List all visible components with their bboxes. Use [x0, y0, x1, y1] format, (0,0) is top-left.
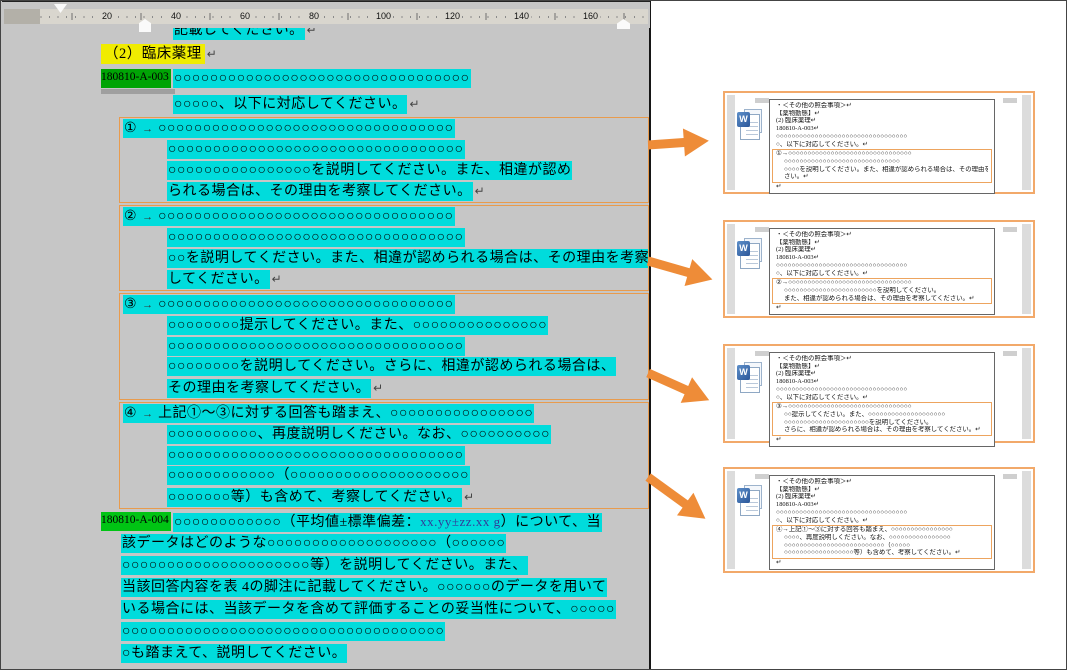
word-doc-icon: W	[738, 362, 764, 394]
paragraph-mark: ↵	[207, 47, 217, 61]
word-doc-icon: W	[738, 238, 764, 270]
paragraph-mark: ↵	[464, 490, 474, 504]
mini-ruler-right	[1003, 351, 1017, 356]
paragraph-mark: ↵	[475, 184, 485, 198]
ruler-number: 20	[100, 11, 114, 21]
a004-line7: ○も踏まえて、説明してください。	[121, 644, 347, 663]
a004-line4: 当該回答内容を表 4の脚注に記載してください。○○○○○○のデータを用いて	[121, 578, 607, 597]
item-id-badge-a003: 180810-A-003	[101, 69, 171, 88]
card-right-gutter	[1022, 348, 1031, 439]
word-doc-icon: W	[738, 109, 764, 141]
mini-page: ・＜その他の照会事項＞↵ 【薬物動態】↵ (2) 臨床薬理↵ 180810-A-…	[769, 475, 995, 570]
mini-ruler-left	[755, 98, 769, 103]
card-right-gutter	[1022, 95, 1031, 190]
section-heading-line: （2）臨床薬理↵	[101, 45, 217, 64]
word-doc-icon: W	[738, 485, 764, 517]
tab-mark: →	[137, 123, 158, 135]
preview-card-4: W ・＜その他の照会事項＞↵ 【薬物動態】↵ (2) 臨床薬理↵ 180810-…	[723, 467, 1035, 573]
mini-ruler-left	[755, 351, 769, 356]
card-left-gutter	[727, 224, 735, 314]
a004-line5: いる場合には、当該データを含めて評価することの妥当性について、○○○○○	[121, 600, 616, 619]
preview-card-2: W ・＜その他の照会事項＞↵ 【薬物動態】↵ (2) 臨床薬理↵ 180810-…	[723, 220, 1035, 318]
ruler-number: 80	[307, 11, 321, 21]
ruler-number: 100	[374, 11, 393, 21]
mini-inquiry-box: ①→○○○○○○○○○○○○○○○○○○○○○○○○○○○○○○○○ ○○○○○…	[772, 149, 992, 183]
a003-line1: ○○○○○○○○○○○○○○○○○○○○○○○○○○○○○○○○○	[173, 69, 471, 88]
mini-inquiry-box: ②→○○○○○○○○○○○○○○○○○○○○○○○○○○○○○○○○ ○○○○○…	[772, 278, 992, 304]
horizontal-ruler[interactable]: 20 40 60 80 100 120 140 160	[2, 1, 650, 28]
ruler-number: 40	[169, 11, 183, 21]
ruler-number: 60	[238, 11, 252, 21]
inquiry-box-4: ④→上記①～③に対する回答も踏まえ、○○○○○○○○○○○○○○○○ ○○○○○…	[119, 402, 649, 509]
mini-ruler-left	[755, 474, 769, 479]
ruler-number: 120	[443, 11, 462, 21]
section-heading: （2）臨床薬理	[101, 44, 205, 64]
word-document-pane[interactable]: 記載してください。↵ （2）臨床薬理↵ 180810-A-003 ○○○○○○○…	[1, 1, 651, 670]
badge-shadow	[101, 89, 175, 94]
inquiry-box-2: ②→○○○○○○○○○○○○○○○○○○○○○○○○○○○○○○○○○ ○○○○…	[119, 205, 649, 291]
paragraph-mark: ↵	[409, 97, 419, 111]
card-right-gutter	[1022, 224, 1031, 314]
mini-page: ・＜その他の照会事項＞↵ 【薬物動態】↵ (2) 臨床薬理↵ 180810-A-…	[769, 99, 995, 194]
stat-value: xx.yy±zz.xx g	[420, 514, 500, 529]
paragraph-mark: ↵	[272, 272, 282, 286]
tab-mark: →	[137, 299, 158, 311]
a004-line1: ○○○○○○○○○○○○（平均値±標準偏差：xx.yy±zz.xx g）について…	[173, 512, 602, 531]
screenshot-root: 記載してください。↵ （2）臨床薬理↵ 180810-A-003 ○○○○○○○…	[0, 0, 1067, 670]
mini-page: ・＜その他の照会事項＞↵ 【薬物動態】↵ (2) 臨床薬理↵ 180810-A-…	[769, 228, 995, 315]
card-left-gutter	[727, 471, 735, 569]
a003-line2: ○○○○○、以下に対応してください。↵	[173, 95, 420, 114]
a004-line6: ○○○○○○○○○○○○○○○○○○○○○○○○○○○○○○○○○○○○	[121, 622, 445, 641]
paragraph-mark: ↵	[373, 381, 383, 395]
card-right-gutter	[1022, 471, 1031, 569]
preview-card-1: W ・＜その他の照会事項＞↵ 【薬物動態】↵ (2) 臨床薬理↵ 180810-…	[723, 91, 1035, 194]
inquiry-box-3: ③→○○○○○○○○○○○○○○○○○○○○○○○○○○○○○○○○○ ○○○○…	[119, 293, 649, 400]
mini-inquiry-box: ③→○○○○○○○○○○○○○○○○○○○○○○○○○○○○○○○○ ○○提示し…	[772, 402, 992, 436]
a004-line3: ○○○○○○○○○○○○○○○○○○○○○等）を説明してください。また、	[121, 556, 528, 575]
ruler-number: 140	[512, 11, 531, 21]
a004-line2: 該データはどのような○○○○○○○○○○○○○○○○○○○（○○○○○○	[121, 534, 506, 553]
tab-mark: →	[137, 408, 158, 420]
mini-page: ・＜その他の照会事項＞↵ 【薬物動態】↵ (2) 臨床薬理↵ 180810-A-…	[769, 352, 995, 447]
preview-card-3: W ・＜その他の照会事項＞↵ 【薬物動態】↵ (2) 臨床薬理↵ 180810-…	[723, 344, 1035, 443]
item-id-badge-a004: 180810-A-004	[101, 512, 171, 531]
card-left-gutter	[727, 348, 735, 439]
mini-ruler-right	[1003, 474, 1017, 479]
card-left-gutter	[727, 95, 735, 190]
connector-arrow-1	[647, 121, 712, 165]
mini-inquiry-box: ④→上記①～③に対する回答も踏まえ、○○○○○○○○○○○○○○○○ ○○○○、…	[772, 525, 992, 559]
ruler-left-margin	[4, 9, 40, 24]
ruler-number: 160	[581, 11, 600, 21]
tab-mark: →	[137, 211, 158, 223]
inquiry-box-1: ①→○○○○○○○○○○○○○○○○○○○○○○○○○○○○○○○○○ ○○○○…	[119, 117, 649, 203]
page-boundary-line	[649, 1, 651, 670]
mini-ruler-right	[1003, 227, 1017, 232]
mini-ruler-left	[755, 227, 769, 232]
mini-ruler-right	[1003, 98, 1017, 103]
